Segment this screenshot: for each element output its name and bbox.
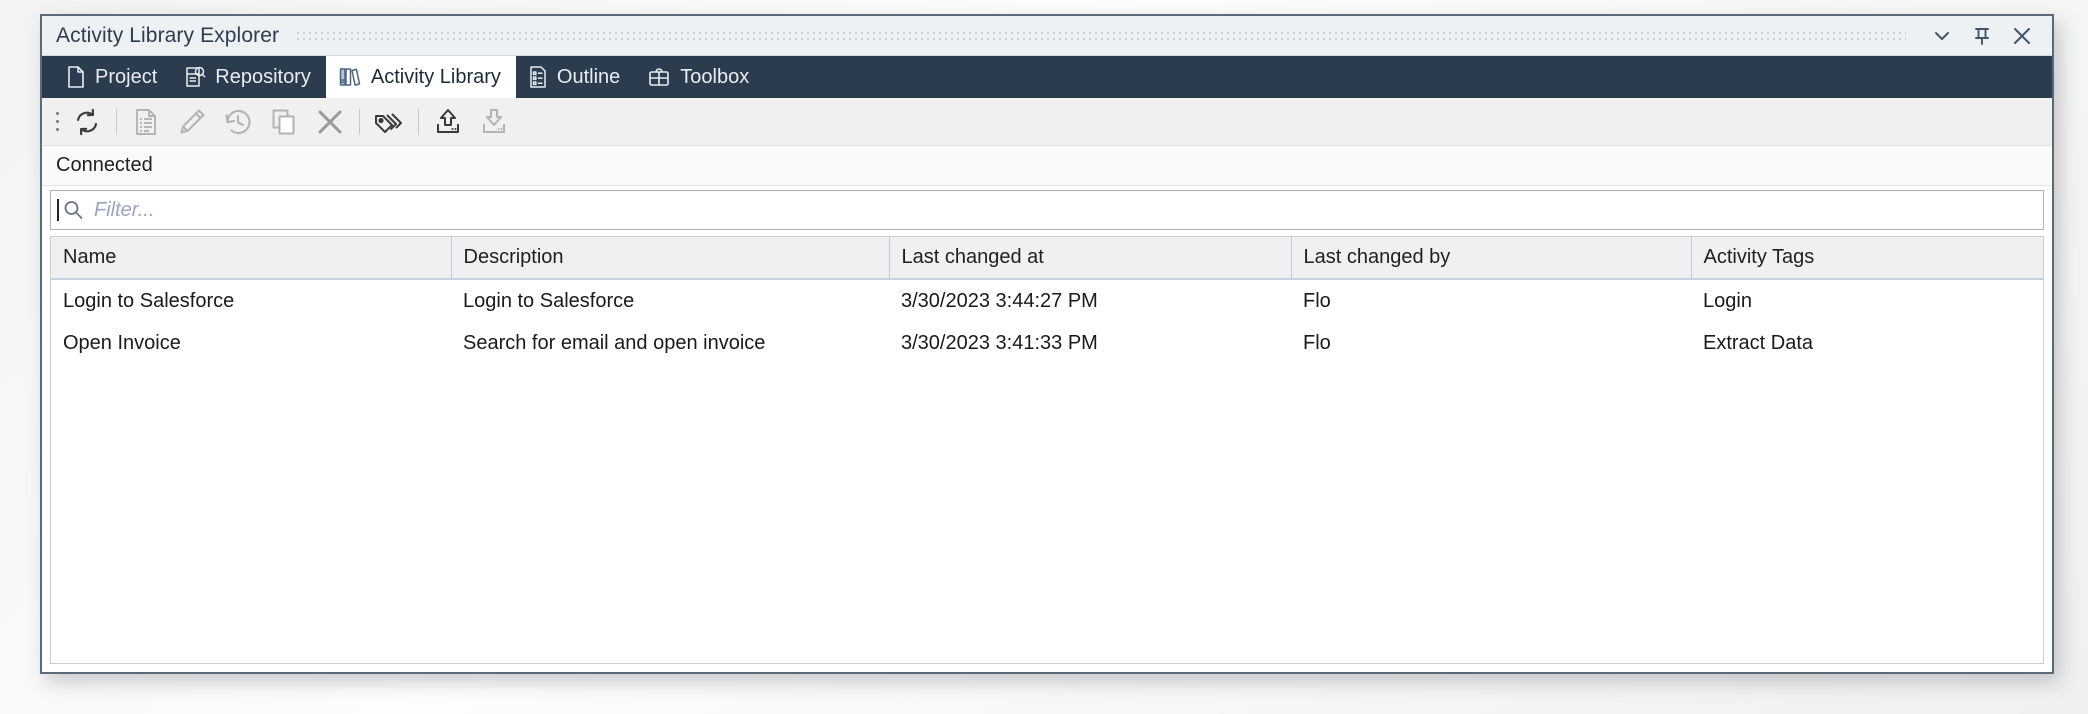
panel-titlebar: Activity Library Explorer (42, 16, 2052, 56)
cell-tags: Login (1691, 279, 2043, 322)
tab-project[interactable]: Project (54, 56, 172, 98)
details-button[interactable] (123, 102, 169, 142)
chevron-down-icon[interactable] (1922, 20, 1962, 52)
tab-project-label: Project (95, 66, 157, 89)
import-button[interactable] (471, 102, 517, 142)
titlebar-grip[interactable] (295, 28, 1906, 44)
connection-status-row: Connected (42, 146, 2052, 186)
table-empty-area[interactable] (51, 365, 2043, 663)
filter-row: Filter... (42, 186, 2052, 236)
column-header-changed-by[interactable]: Last changed by (1291, 237, 1691, 279)
panel-title: Activity Library Explorer (56, 24, 279, 48)
cell-changed-by: Flo (1291, 322, 1691, 365)
close-icon[interactable] (2002, 20, 2042, 52)
refresh-button[interactable] (64, 102, 110, 142)
table-header-row: Name Description Last changed at Last ch… (51, 237, 2043, 279)
tab-repository-label: Repository (215, 66, 311, 89)
column-header-name[interactable]: Name (51, 237, 451, 279)
screen: Activity Library Explorer (0, 0, 2088, 714)
books-icon (338, 65, 362, 89)
column-header-description[interactable]: Description (451, 237, 889, 279)
table-row[interactable]: Open Invoice Search for email and open i… (51, 322, 2043, 365)
library-toolbar (42, 98, 2052, 146)
cell-name: Open Invoice (51, 322, 451, 365)
search-icon (62, 199, 84, 221)
cell-changed-by: Flo (1291, 279, 1691, 322)
tab-repository[interactable]: Repository (172, 56, 326, 98)
outline-icon (528, 65, 548, 89)
filter-input[interactable]: Filter... (50, 190, 2044, 230)
cell-changed-at: 3/30/2023 3:41:33 PM (889, 322, 1291, 365)
history-button[interactable] (215, 102, 261, 142)
repository-icon (184, 65, 206, 89)
toolbar-separator-2 (359, 109, 360, 135)
copy-button[interactable] (261, 102, 307, 142)
cell-name: Login to Salesforce (51, 279, 451, 322)
tab-activity-library-label: Activity Library (371, 66, 501, 89)
edit-button[interactable] (169, 102, 215, 142)
tags-button[interactable] (366, 102, 412, 142)
tab-outline[interactable]: Outline (516, 56, 635, 98)
toolbox-icon (647, 65, 671, 89)
tab-toolbox[interactable]: Toolbox (635, 56, 764, 98)
tab-toolbox-label: Toolbox (680, 66, 749, 89)
file-icon (66, 65, 86, 89)
activity-library-table: Name Description Last changed at Last ch… (50, 236, 2044, 664)
toolbar-separator-1 (116, 109, 117, 135)
cell-description: Search for email and open invoice (451, 322, 889, 365)
activity-library-explorer-panel: Activity Library Explorer (40, 14, 2054, 674)
pin-icon[interactable] (1962, 20, 2002, 52)
column-header-changed-at[interactable]: Last changed at (889, 237, 1291, 279)
table-row[interactable]: Login to Salesforce Login to Salesforce … (51, 279, 2043, 322)
delete-button[interactable] (307, 102, 353, 142)
filter-placeholder: Filter... (94, 199, 154, 222)
cell-changed-at: 3/30/2023 3:44:27 PM (889, 279, 1291, 322)
column-header-tags[interactable]: Activity Tags (1691, 237, 2043, 279)
tab-activity-library[interactable]: Activity Library (326, 56, 516, 98)
cell-tags: Extract Data (1691, 322, 2043, 365)
drag-handle-icon[interactable] (50, 102, 64, 142)
toolbar-separator-3 (418, 109, 419, 135)
tab-outline-label: Outline (557, 66, 620, 89)
text-caret (57, 199, 59, 221)
export-button[interactable] (425, 102, 471, 142)
panel-tabstrip: Project Repository (42, 56, 2052, 98)
cell-description: Login to Salesforce (451, 279, 889, 322)
connection-status-text: Connected (56, 154, 153, 177)
